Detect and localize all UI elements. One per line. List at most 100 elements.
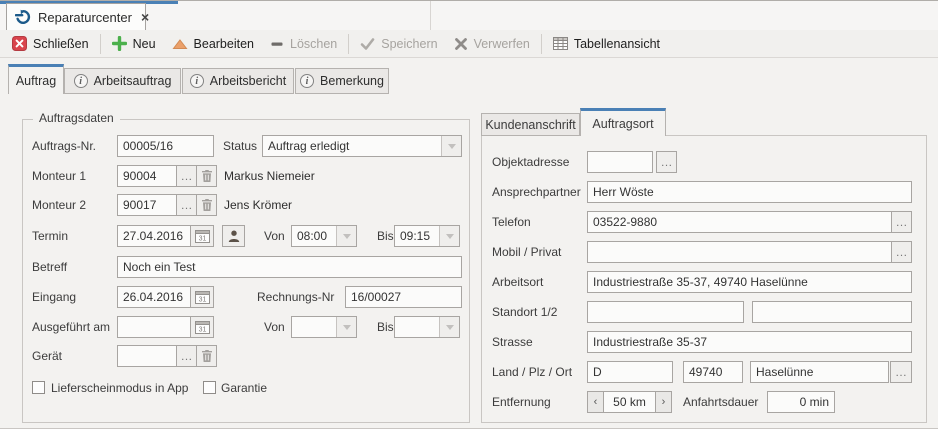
geraet-lookup-button[interactable]: … [176, 345, 197, 367]
svg-text:31: 31 [198, 327, 206, 334]
entfernung-increment-button[interactable]: › [655, 391, 672, 413]
betreff-input[interactable] [117, 256, 462, 278]
mobil-lookup-button[interactable]: … [891, 241, 912, 263]
ansprechpartner-input[interactable] [587, 181, 912, 203]
tab-auftrag[interactable]: Auftrag [8, 64, 64, 94]
telefon-lookup-button[interactable]: … [891, 211, 912, 233]
telefon-input[interactable] [587, 211, 892, 233]
monteur1-lookup-button[interactable]: … [176, 165, 197, 187]
tab-arbeitsbericht[interactable]: i Arbeitsbericht [182, 68, 294, 94]
x-icon [454, 37, 468, 51]
ort-input[interactable] [750, 361, 889, 383]
ausgefuehrt-bis-value [395, 317, 439, 337]
toolbar: Schließen Neu Bearbeiten Löschen S [0, 30, 938, 58]
rechnungs-nr-label: Rechnungs-Nr [257, 286, 334, 308]
tab-arbeitsauftrag[interactable]: i Arbeitsauftrag [64, 68, 181, 94]
objektadresse-label: Objektadresse [492, 151, 569, 173]
chevron-left-icon: ‹ [594, 396, 598, 408]
chevron-down-icon[interactable] [439, 317, 459, 337]
tab-kundenanschrift-label: Kundenanschrift [485, 118, 575, 132]
anfahrtsdauer-input[interactable] [767, 391, 835, 413]
delete-button[interactable]: Löschen [262, 32, 345, 56]
close-button-label: Schließen [33, 37, 89, 51]
termin-calendar-button[interactable]: 31 [190, 225, 214, 247]
new-button[interactable]: Neu [104, 32, 164, 56]
ort-lookup-button[interactable]: … [890, 361, 912, 383]
land-plz-ort-label: Land / Plz / Ort [492, 361, 572, 383]
garantie-checkbox[interactable] [203, 381, 216, 394]
monteur1-clear-button[interactable] [196, 165, 217, 187]
discard-button[interactable]: Verwerfen [446, 32, 538, 56]
info-icon: i [190, 74, 204, 88]
termin-date-input[interactable] [117, 225, 191, 247]
land-input[interactable] [587, 361, 673, 383]
save-button-label: Speichern [381, 37, 437, 51]
chevron-right-icon: › [662, 396, 666, 408]
chevron-down-icon[interactable] [441, 136, 461, 156]
tab-bemerkung[interactable]: i Bemerkung [295, 68, 389, 94]
anfahrtsdauer-label: Anfahrtsdauer [683, 391, 758, 413]
monteur2-input[interactable] [117, 194, 177, 216]
tab-bemerkung-label: Bemerkung [320, 74, 384, 88]
entfernung-input[interactable] [603, 391, 656, 413]
ausgefuehrt-date-input[interactable] [117, 316, 191, 338]
ausgefuehrt-von-dropdown[interactable] [291, 316, 357, 338]
ellipsis-icon: … [896, 246, 908, 258]
auftrags-nr-input[interactable] [117, 135, 214, 157]
edit-button[interactable]: Bearbeiten [164, 32, 262, 56]
ausgefuehrt-calendar-button[interactable]: 31 [190, 316, 214, 338]
objektadresse-input[interactable] [587, 151, 653, 173]
close-red-icon [12, 36, 27, 51]
tab-arbeitsauftrag-label: Arbeitsauftrag [94, 74, 172, 88]
close-button[interactable]: Schließen [4, 32, 97, 56]
save-button[interactable]: Speichern [352, 32, 445, 56]
lieferschein-checkbox-label: Lieferscheinmodus in App [51, 377, 188, 399]
geraet-input[interactable] [117, 345, 177, 367]
arbeitsort-label: Arbeitsort [492, 271, 543, 293]
termin-von-value: 08:00 [292, 226, 336, 246]
arbeitsort-input[interactable] [587, 271, 912, 293]
entfernung-decrement-button[interactable]: ‹ [587, 391, 604, 413]
document-tab-bar: Reparaturcenter × [0, 1, 938, 30]
standort2-input[interactable] [752, 301, 912, 323]
monteur2-lookup-button[interactable]: … [176, 194, 197, 216]
document-tab-title: Reparaturcenter [38, 10, 132, 25]
termin-person-button[interactable] [222, 225, 245, 247]
chevron-down-icon[interactable] [336, 317, 356, 337]
monteur1-input[interactable] [117, 165, 177, 187]
eingang-date-input[interactable] [117, 286, 191, 308]
termin-von-dropdown[interactable]: 08:00 [291, 225, 357, 247]
termin-bis-dropdown[interactable]: 09:15 [394, 225, 460, 247]
termin-bis-label: Bis [377, 225, 394, 247]
mobil-input[interactable] [587, 241, 892, 263]
eingang-calendar-button[interactable]: 31 [190, 286, 214, 308]
ausgefuehrt-bis-dropdown[interactable] [394, 316, 460, 338]
ausgefuehrt-von-label: Von [264, 316, 285, 338]
monteur2-name: Jens Krömer [224, 194, 292, 216]
objektadresse-lookup-button[interactable]: … [656, 151, 677, 173]
plz-input[interactable] [683, 361, 743, 383]
geraet-clear-button[interactable] [196, 345, 217, 367]
reparaturcenter-icon [15, 9, 31, 25]
tabstrip-divider [430, 1, 431, 30]
chevron-down-icon[interactable] [336, 226, 356, 246]
tab-auftragsort[interactable]: Auftragsort [580, 108, 666, 136]
standort1-input[interactable] [587, 301, 744, 323]
monteur2-clear-button[interactable] [196, 194, 217, 216]
person-icon [227, 229, 241, 243]
minus-icon [270, 37, 284, 51]
tab-kundenanschrift[interactable]: Kundenanschrift [481, 113, 580, 136]
rechnungs-nr-input[interactable] [345, 286, 462, 308]
status-dropdown[interactable]: Auftrag erledigt [262, 135, 462, 157]
chevron-down-icon[interactable] [439, 226, 459, 246]
ellipsis-icon: … [895, 366, 907, 378]
lieferschein-checkbox[interactable] [32, 381, 45, 394]
table-view-button[interactable]: Tabellenansicht [545, 32, 668, 56]
strasse-input[interactable] [587, 331, 912, 353]
ausgefuehrt-label: Ausgeführt am [32, 316, 110, 338]
tab-close-icon[interactable]: × [141, 10, 149, 24]
check-icon [360, 37, 375, 51]
monteur2-label: Monteur 2 [32, 194, 86, 216]
document-tab-reparaturcenter[interactable]: Reparaturcenter × [6, 3, 146, 30]
ellipsis-icon: … [181, 199, 193, 211]
